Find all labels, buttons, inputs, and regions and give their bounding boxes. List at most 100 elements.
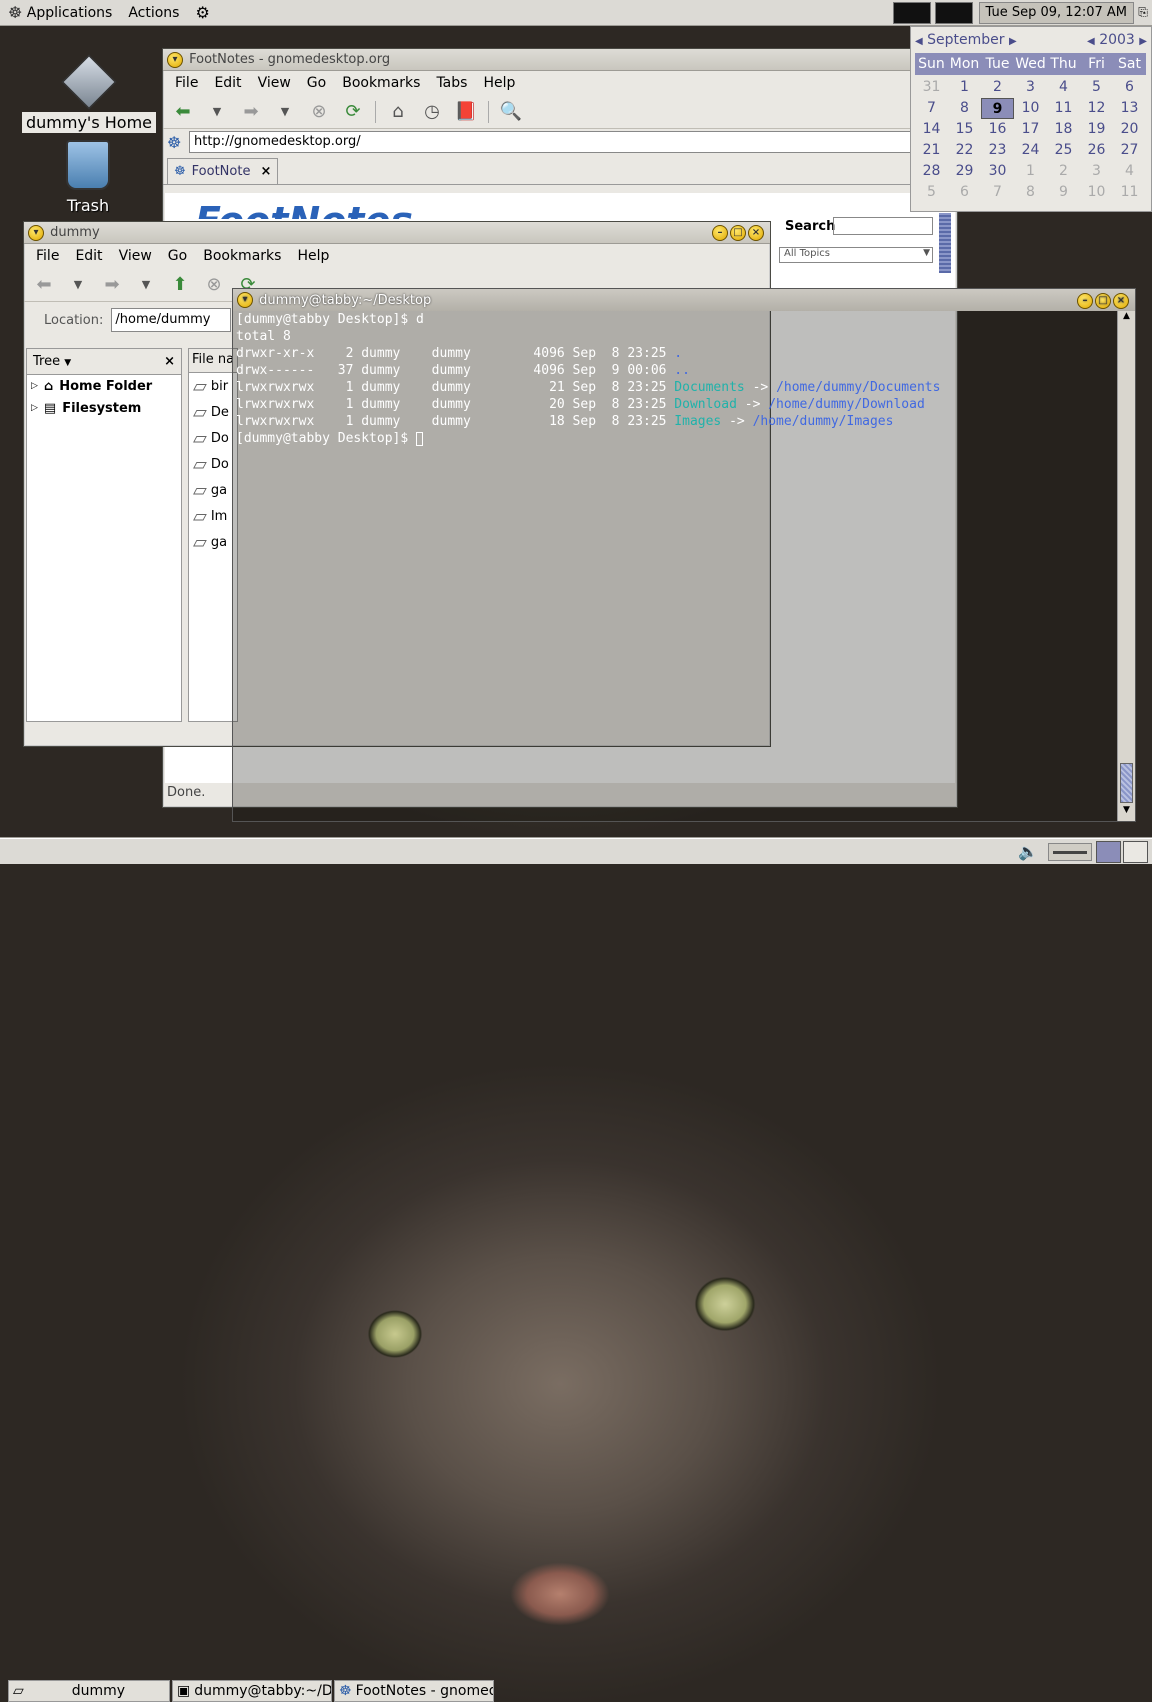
home-desktop-icon[interactable]: dummy's Home <box>22 54 156 133</box>
calendar-day[interactable]: 31 <box>915 77 948 98</box>
file-manager-titlebar[interactable]: ▾ dummy – □ × <box>24 222 770 244</box>
calendar-day[interactable]: 22 <box>948 140 981 161</box>
file-name-column-header[interactable]: File na <box>189 349 237 373</box>
tree-item-filesystem[interactable]: ▷ ▤ Filesystem <box>27 397 181 419</box>
calendar-day[interactable]: 6 <box>948 182 981 203</box>
window-menu-icon[interactable]: ▾ <box>28 224 44 241</box>
calendar-day[interactable]: 17 <box>1014 119 1047 140</box>
browser-titlebar[interactable]: ▾ FootNotes - gnomedesktop.org <box>163 49 957 71</box>
file-list-item[interactable]: ▱ Do <box>189 451 237 477</box>
location-input[interactable]: /home/dummy <box>111 308 232 332</box>
back-icon[interactable]: ⬅ <box>32 273 56 297</box>
menu-file[interactable]: File <box>167 75 206 91</box>
search-input[interactable] <box>833 217 933 235</box>
file-list-item[interactable]: ▱ Do <box>189 425 237 451</box>
menu-help[interactable]: Help <box>289 248 337 264</box>
taskbar-item-browser[interactable]: ☸FootNotes - gnomedes <box>334 1680 494 1702</box>
calendar-day[interactable]: 1 <box>1014 161 1047 182</box>
expander-icon[interactable]: ▷ <box>31 403 38 413</box>
calendar-day[interactable]: 18 <box>1047 119 1080 140</box>
close-icon[interactable]: × <box>1113 292 1129 309</box>
file-list-item[interactable]: ▱ De <box>189 399 237 425</box>
file-list-item[interactable]: ▱ ga <box>189 529 237 555</box>
window-menu-icon[interactable]: ▾ <box>237 292 253 308</box>
bookmarks-icon[interactable]: 📕 <box>454 100 478 124</box>
forward-icon[interactable]: ➡ <box>100 273 124 297</box>
up-icon[interactable]: ⬆ <box>168 273 192 297</box>
calendar-day[interactable]: 7 <box>915 98 948 119</box>
calendar-day[interactable]: 15 <box>948 119 981 140</box>
close-icon[interactable]: × <box>748 225 764 241</box>
history-icon[interactable]: ◷ <box>420 100 444 124</box>
menu-bookmarks[interactable]: Bookmarks <box>195 248 289 264</box>
menu-view[interactable]: View <box>250 75 299 91</box>
calendar-day[interactable]: 21 <box>915 140 948 161</box>
calendar-day[interactable]: 2 <box>1047 161 1080 182</box>
calendar-day[interactable]: 9 <box>981 98 1014 119</box>
menu-tabs[interactable]: Tabs <box>428 75 475 91</box>
tree-item-home[interactable]: ▷ ⌂ Home Folder <box>27 375 181 397</box>
applications-menu[interactable]: ☸ Applications <box>0 1 120 25</box>
next-year-icon[interactable]: ▶ <box>1139 36 1147 47</box>
volume-icon[interactable]: 🔈 <box>1018 842 1038 861</box>
expander-icon[interactable]: ▷ <box>31 381 38 391</box>
calendar-day[interactable]: 30 <box>981 161 1014 182</box>
prev-year-icon[interactable]: ◀ <box>1087 36 1095 47</box>
next-month-icon[interactable]: ▶ <box>1009 36 1017 47</box>
calendar-day[interactable]: 23 <box>981 140 1014 161</box>
home-icon[interactable]: ⌂ <box>386 100 410 124</box>
file-list-item[interactable]: ▱ Im <box>189 503 237 529</box>
calendar-day[interactable]: 8 <box>1014 182 1047 203</box>
reload-icon[interactable]: ⟳ <box>341 100 365 124</box>
calendar-day[interactable]: 10 <box>1080 182 1113 203</box>
workspace-1[interactable] <box>1096 841 1121 863</box>
scroll-up-icon[interactable]: ▲ <box>1118 311 1135 327</box>
calendar-day[interactable]: 24 <box>1014 140 1047 161</box>
forward-dropdown-icon[interactable]: ▼ <box>134 273 158 297</box>
scroll-thumb[interactable] <box>1120 763 1133 803</box>
menu-go[interactable]: Go <box>160 248 195 264</box>
terminal-scrollbar[interactable]: ▲ ▼ <box>1117 311 1135 821</box>
calendar-day[interactable]: 3 <box>1080 161 1113 182</box>
calendar-day[interactable]: 4 <box>1047 77 1080 98</box>
slider-applet[interactable] <box>1048 843 1092 861</box>
tab-footnote[interactable]: ☸ FootNote × <box>167 158 279 184</box>
file-list-item[interactable]: ▱ ga <box>189 477 237 503</box>
calendar-day[interactable]: 1 <box>948 77 981 98</box>
menu-edit[interactable]: Edit <box>67 248 110 264</box>
terminal-output[interactable]: [dummy@tabby Desktop]$ d total 8 drwxr-xr-… <box>233 311 1117 821</box>
window-menu-icon[interactable]: ▾ <box>167 51 183 68</box>
maximize-icon[interactable]: □ <box>730 225 746 241</box>
calendar-day[interactable]: 6 <box>1113 77 1146 98</box>
url-input[interactable]: http://gnomedesktop.org/ <box>189 131 953 153</box>
calendar-day[interactable]: 11 <box>1047 98 1080 119</box>
calendar-day[interactable]: 8 <box>948 98 981 119</box>
back-dropdown-icon[interactable]: ▼ <box>205 100 229 124</box>
calendar-day[interactable]: 2 <box>981 77 1014 98</box>
close-sidebar-icon[interactable]: × <box>164 354 175 369</box>
back-dropdown-icon[interactable]: ▼ <box>66 273 90 297</box>
calendar-day[interactable]: 16 <box>981 119 1014 140</box>
back-icon[interactable]: ⬅ <box>171 100 195 124</box>
calendar-day[interactable]: 9 <box>1047 182 1080 203</box>
calendar-day[interactable]: 5 <box>1080 77 1113 98</box>
calendar-day[interactable]: 11 <box>1113 182 1146 203</box>
calendar-day[interactable]: 25 <box>1047 140 1080 161</box>
stop-icon[interactable]: ⊗ <box>307 100 331 124</box>
calendar-day[interactable]: 3 <box>1014 77 1047 98</box>
forward-icon[interactable]: ➡ <box>239 100 263 124</box>
workspace-2[interactable] <box>934 1 973 24</box>
actions-menu[interactable]: Actions <box>120 1 187 25</box>
workspace-1[interactable] <box>892 1 931 24</box>
trash-desktop-icon[interactable]: Trash <box>52 140 124 215</box>
forward-dropdown-icon[interactable]: ▼ <box>273 100 297 124</box>
launcher-icon[interactable]: ⚙ <box>187 1 217 25</box>
tree-selector[interactable]: Tree ▼ <box>33 354 71 369</box>
menu-go[interactable]: Go <box>299 75 334 91</box>
calendar-day[interactable]: 14 <box>915 119 948 140</box>
calendar-day[interactable]: 28 <box>915 161 948 182</box>
clock[interactable]: Tue Sep 09, 12:07 AM <box>978 1 1134 24</box>
calendar-day[interactable]: 12 <box>1080 98 1113 119</box>
calendar-day[interactable]: 19 <box>1080 119 1113 140</box>
menu-help[interactable]: Help <box>475 75 523 91</box>
